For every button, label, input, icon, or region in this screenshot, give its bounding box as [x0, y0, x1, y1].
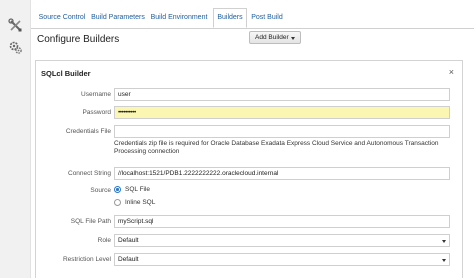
- username-label: Username: [81, 91, 111, 98]
- gears-icon[interactable]: [8, 40, 23, 55]
- add-builder-label: Add Builder: [255, 34, 289, 41]
- role-label: Role: [97, 237, 111, 244]
- credentials-file-field[interactable]: [114, 125, 450, 138]
- page-title: Configure Builders: [37, 34, 120, 45]
- sql-file-path-label: SQL File Path: [70, 218, 111, 225]
- tab-builders[interactable]: Builders: [213, 8, 247, 28]
- connect-string-label: Connect String: [68, 170, 111, 177]
- config-tabs: Source Control Build Parameters Build En…: [31, 8, 474, 29]
- role-value: Default: [118, 237, 139, 244]
- sql-file-path-field[interactable]: myScript.sql: [114, 215, 450, 228]
- password-label: Password: [82, 109, 111, 116]
- tab-build-parameters[interactable]: Build Parameters: [91, 8, 145, 28]
- role-select[interactable]: Default: [114, 234, 450, 247]
- add-builder-button[interactable]: Add Builder: [249, 31, 301, 44]
- connect-string-field[interactable]: //localhost:1521/PDB1.2222222222.oraclec…: [114, 167, 450, 180]
- close-icon[interactable]: ×: [449, 67, 454, 77]
- left-rail: [0, 0, 31, 278]
- restriction-level-label: Restriction Level: [62, 256, 111, 263]
- tab-post-build[interactable]: Post Build: [249, 8, 285, 28]
- source-radio-inline-sql[interactable]: [114, 199, 121, 206]
- wrench-screwdriver-icon[interactable]: [8, 18, 23, 33]
- source-option-inline-sql-label: Inline SQL: [125, 199, 156, 206]
- restriction-level-select[interactable]: Default: [114, 253, 450, 266]
- credentials-file-label: Credentials File: [65, 128, 111, 135]
- chevron-down-icon: [442, 240, 446, 243]
- restriction-level-value: Default: [118, 256, 139, 263]
- source-radio-sql-file[interactable]: [114, 186, 121, 193]
- panel-title: SQLcl Builder: [41, 69, 91, 78]
- username-field[interactable]: user: [114, 88, 450, 101]
- chevron-down-icon: [442, 259, 446, 262]
- source-label: Source: [90, 187, 111, 194]
- tab-source-control[interactable]: Source Control: [35, 8, 89, 28]
- credentials-help-text: Credentials zip file is required for Ora…: [114, 140, 439, 155]
- tab-build-environment[interactable]: Build Environment: [147, 8, 211, 28]
- chevron-down-icon: [291, 37, 295, 40]
- source-option-sql-file-label: SQL File: [125, 186, 151, 193]
- password-field[interactable]: ••••••••••: [114, 106, 450, 119]
- sqlcl-builder-panel: SQLcl Builder × Username user Password •…: [35, 60, 463, 278]
